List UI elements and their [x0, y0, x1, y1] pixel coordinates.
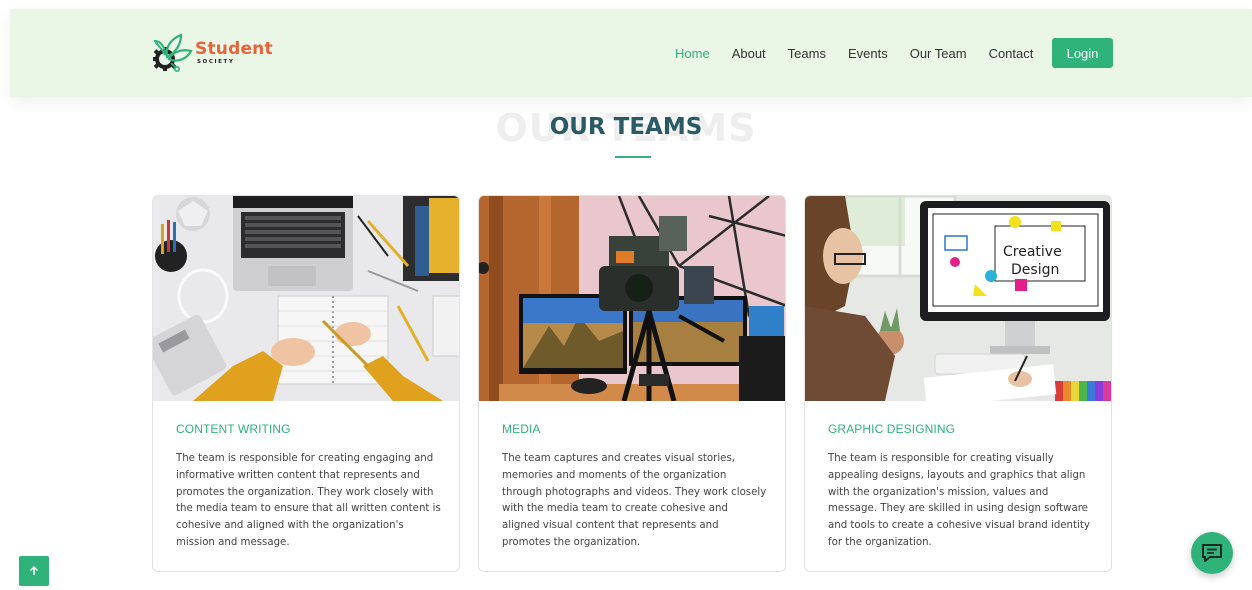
- team-card-graphic-designing: Creative Design GRAPHIC DESIGNING The te…: [804, 195, 1112, 572]
- section-title: OUR TEAMS: [549, 114, 703, 140]
- card-description: The team captures and creates visual sto…: [502, 453, 767, 548]
- chat-button[interactable]: [1191, 532, 1233, 574]
- logo-leaf-gear-icon: [153, 33, 193, 72]
- nav-teams[interactable]: Teams: [788, 46, 826, 61]
- scroll-to-top-button[interactable]: [19, 556, 49, 586]
- site-logo[interactable]: Student SOCIETY: [151, 29, 276, 75]
- content-writing-photo: [153, 196, 459, 401]
- team-card-media: MEDIA The team captures and creates visu…: [478, 195, 786, 572]
- section-heading: OUR TEAMS OUR TEAMS: [0, 104, 1252, 164]
- nav-contact[interactable]: Contact: [989, 46, 1034, 61]
- nav-events[interactable]: Events: [848, 46, 888, 61]
- login-button[interactable]: Login: [1052, 38, 1113, 68]
- card-title: CONTENT WRITING: [176, 422, 291, 436]
- site-header: Student SOCIETY Home About Teams Events …: [10, 9, 1252, 97]
- arrow-up-icon: [29, 565, 39, 575]
- screen-text-creative: Creative: [1003, 244, 1062, 260]
- card-title: MEDIA: [502, 422, 541, 436]
- title-underline: [615, 156, 651, 158]
- nav-home[interactable]: Home: [675, 46, 710, 61]
- nav-about[interactable]: About: [732, 46, 766, 61]
- logo-subtitle: SOCIETY: [197, 58, 235, 65]
- team-card-content-writing: CONTENT WRITING The team is responsible …: [152, 195, 460, 572]
- nav-our-team[interactable]: Our Team: [910, 46, 967, 61]
- media-photo: [479, 196, 785, 401]
- card-description: The team is responsible for creating vis…: [828, 453, 1090, 548]
- chat-icon: [1202, 544, 1222, 562]
- card-description: The team is responsible for creating eng…: [176, 453, 441, 548]
- card-title: GRAPHIC DESIGNING: [828, 422, 956, 436]
- main-nav: Home About Teams Events Our Team Contact: [675, 38, 1055, 68]
- graphic-design-photo: Creative Design: [805, 196, 1111, 401]
- screen-text-design: Design: [1011, 262, 1059, 278]
- logo-title: Student: [195, 38, 273, 59]
